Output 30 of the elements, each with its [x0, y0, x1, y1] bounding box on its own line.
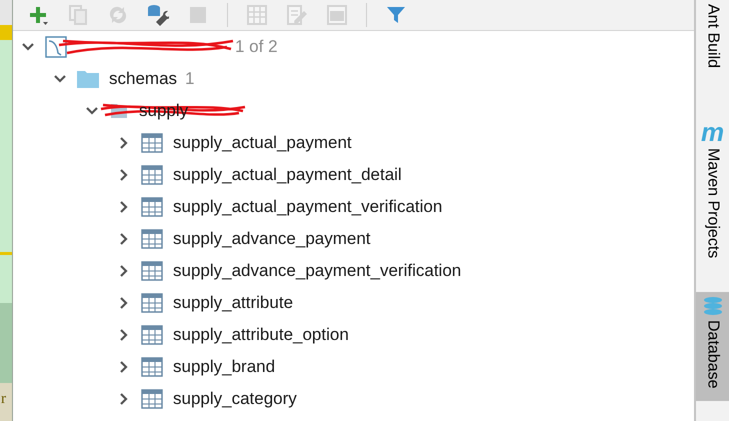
tree-row[interactable]: supply_category: [13, 383, 694, 415]
node-label: schemas: [109, 69, 178, 89]
tree-row[interactable]: supply_advance_payment_verification: [13, 255, 694, 287]
tab-label: Ant Build: [704, 4, 722, 68]
tree-row[interactable]: schemas 1: [13, 63, 694, 95]
node-label: supply_advance_payment: [173, 229, 371, 249]
node-count: 1 of 2: [235, 37, 278, 57]
node-label: supply_brand: [173, 357, 276, 377]
node-label: supply_actual_payment_detail: [173, 165, 402, 185]
node-label: supply_actual_payment_verification: [173, 197, 442, 217]
tree-row[interactable]: supply_brand: [13, 351, 694, 383]
editor-text: r: [0, 390, 6, 409]
tool-window-tab[interactable]: m Maven Projects: [696, 116, 729, 270]
node-label: supply_category: [173, 389, 297, 409]
node-label: supply_attribute_option: [173, 325, 349, 345]
node-count: 1: [185, 69, 194, 89]
node-label: supply_attribute: [173, 293, 294, 313]
node-label: supply_actual_payment: [173, 133, 352, 153]
tree-row[interactable]: supply_advance_payment: [13, 223, 694, 255]
tab-label: Maven Projects: [704, 148, 722, 258]
tool-window-tab[interactable]: Ant Build: [696, 0, 729, 80]
tree-row[interactable]: supply_attribute: [13, 287, 694, 319]
tree-row[interactable]: supply_actual_payment_detail: [13, 159, 694, 191]
tab-label: Database: [704, 320, 722, 389]
tool-window-tab[interactable]: Database: [696, 292, 729, 401]
tree-row[interactable]: supply_actual_payment_verification: [13, 191, 694, 223]
node-label: supply_advance_payment_verification: [173, 261, 462, 281]
tree-row[interactable]: supply_attribute_option: [13, 319, 694, 351]
maven-icon: m: [700, 120, 724, 144]
tree-row[interactable]: supply_actual_payment: [13, 127, 694, 159]
